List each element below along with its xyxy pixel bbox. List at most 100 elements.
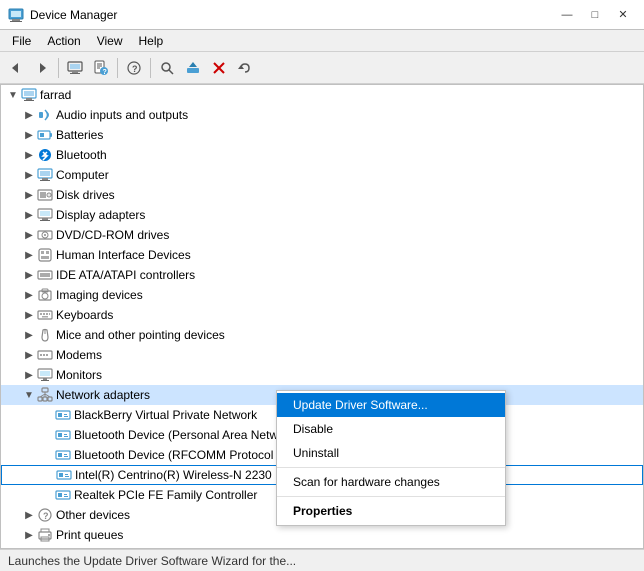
computer-arrow: ▶ xyxy=(21,167,37,183)
uninstall-label: Uninstall xyxy=(293,446,339,460)
bt-rfcomm-arrow xyxy=(39,447,55,463)
bbvpn-arrow xyxy=(39,407,55,423)
computer-button[interactable] xyxy=(63,56,87,80)
tree-item-disk[interactable]: ▶ Disk drives xyxy=(1,185,643,205)
imaging-label: Imaging devices xyxy=(56,288,143,302)
tree-item-imaging[interactable]: ▶ Imaging devices xyxy=(1,285,643,305)
help-button[interactable]: ? xyxy=(122,56,146,80)
context-menu-separator xyxy=(277,467,505,468)
tree-item-bluetooth[interactable]: ▶ Bluetooth xyxy=(1,145,643,165)
menu-item-help[interactable]: Help xyxy=(131,32,172,50)
network-adapter-icon-1 xyxy=(55,407,71,423)
realtek-label: Realtek PCIe FE Family Controller xyxy=(74,488,257,502)
root-label: farrad xyxy=(40,88,71,102)
disable-label: Disable xyxy=(293,422,333,436)
menu-item-view[interactable]: View xyxy=(89,32,131,50)
realtek-arrow xyxy=(39,487,55,503)
toolbar-separator-1 xyxy=(58,58,59,78)
network-adapter-icon-2 xyxy=(55,427,71,443)
network-adapter-icon-4 xyxy=(56,467,72,483)
context-menu-disable[interactable]: Disable xyxy=(277,417,505,441)
menu-item-file[interactable]: File xyxy=(4,32,39,50)
rollback-button[interactable] xyxy=(233,56,257,80)
intel-wireless-arrow xyxy=(40,467,56,483)
dvd-icon xyxy=(37,227,53,243)
minimize-button[interactable]: — xyxy=(554,5,580,25)
bt-pan-arrow xyxy=(39,427,55,443)
status-bar: Launches the Update Driver Software Wiza… xyxy=(0,549,644,571)
tree-item-dvd[interactable]: ▶ DVD/CD-ROM drives xyxy=(1,225,643,245)
scan-label: Scan for hardware changes xyxy=(293,475,440,489)
batteries-arrow: ▶ xyxy=(21,127,37,143)
tree-item-keyboards[interactable]: ▶ Keyboards xyxy=(1,305,643,325)
update-driver-label: Update Driver Software... xyxy=(293,398,428,412)
other-icon: ? xyxy=(37,507,53,523)
tree-item-mice[interactable]: ▶ Mice and other pointing devices xyxy=(1,325,643,345)
title-bar-controls: — □ ✕ xyxy=(554,5,636,25)
keyboards-label: Keyboards xyxy=(56,308,113,322)
close-button[interactable]: ✕ xyxy=(610,5,636,25)
menu-bar: FileActionViewHelp xyxy=(0,30,644,52)
intel-wireless-label: Intel(R) Centrino(R) Wireless-N 2230 xyxy=(75,468,272,482)
imaging-arrow: ▶ xyxy=(21,287,37,303)
tree-item-display[interactable]: ▶ Display adapters xyxy=(1,205,643,225)
computer-label: Computer xyxy=(56,168,109,182)
menu-item-action[interactable]: Action xyxy=(39,32,88,50)
modems-label: Modems xyxy=(56,348,102,362)
forward-button[interactable] xyxy=(30,56,54,80)
scan-button[interactable] xyxy=(155,56,179,80)
bluetooth-icon xyxy=(37,147,53,163)
network-adapter-icon-5 xyxy=(55,487,71,503)
monitors-icon xyxy=(37,367,53,383)
tree-item-monitors[interactable]: ▶ Monitors xyxy=(1,365,643,385)
app-icon xyxy=(8,7,24,23)
print-label: Print queues xyxy=(56,528,123,542)
context-menu-update-driver[interactable]: Update Driver Software... xyxy=(277,393,505,417)
tree-item-batteries[interactable]: ▶ Batteries xyxy=(1,125,643,145)
uninstall-button[interactable] xyxy=(207,56,231,80)
print-icon xyxy=(37,527,53,543)
maximize-button[interactable]: □ xyxy=(582,5,608,25)
tree-root[interactable]: ▼ farrad xyxy=(1,85,643,105)
context-menu-separator-2 xyxy=(277,496,505,497)
computer-tree-icon xyxy=(21,87,37,103)
hid-arrow: ▶ xyxy=(21,247,37,263)
context-menu-uninstall[interactable]: Uninstall xyxy=(277,441,505,465)
other-label: Other devices xyxy=(56,508,130,522)
bt-rfcomm-label: Bluetooth Device (RFCOMM Protocol TDI) xyxy=(74,448,300,462)
network-adapter-icon-3 xyxy=(55,447,71,463)
tree-item-print[interactable]: ▶ Print queues xyxy=(1,525,643,545)
context-menu-properties[interactable]: Properties xyxy=(277,499,505,523)
tree-item-ide[interactable]: ▶ IDE ATA/ATAPI controllers xyxy=(1,265,643,285)
tree-item-processors[interactable]: ▶ Proces xyxy=(1,545,643,549)
display-label: Display adapters xyxy=(56,208,145,222)
tree-item-hid[interactable]: ▶ Human Interface Devices xyxy=(1,245,643,265)
batteries-label: Batteries xyxy=(56,128,103,142)
svg-text:?: ? xyxy=(103,69,107,76)
context-menu-scan[interactable]: Scan for hardware changes xyxy=(277,470,505,494)
back-button[interactable] xyxy=(4,56,28,80)
status-text: Launches the Update Driver Software Wiza… xyxy=(8,554,296,568)
audio-arrow: ▶ xyxy=(21,107,37,123)
properties-label: Properties xyxy=(293,504,352,518)
tree-item-computer[interactable]: ▶ Computer xyxy=(1,165,643,185)
disk-arrow: ▶ xyxy=(21,187,37,203)
title-bar: Device Manager — □ ✕ xyxy=(0,0,644,30)
keyboards-arrow: ▶ xyxy=(21,307,37,323)
svg-text:?: ? xyxy=(132,64,138,74)
update-driver-button[interactable] xyxy=(181,56,205,80)
update-icon xyxy=(185,60,201,76)
title-bar-left: Device Manager xyxy=(8,7,117,23)
computer-tree-icon2 xyxy=(37,167,53,183)
bbvpn-label: BlackBerry Virtual Private Network xyxy=(74,408,257,422)
monitors-label: Monitors xyxy=(56,368,102,382)
device-tree[interactable]: ▼ farrad ▶ Audio inputs a xyxy=(0,84,644,549)
svg-text:?: ? xyxy=(43,511,49,521)
help-icon: ? xyxy=(126,60,142,76)
tree-item-modems[interactable]: ▶ Modems xyxy=(1,345,643,365)
properties-button[interactable]: ? xyxy=(89,56,113,80)
tree-item-audio[interactable]: ▶ Audio inputs and outputs xyxy=(1,105,643,125)
batteries-icon xyxy=(37,127,53,143)
mice-label: Mice and other pointing devices xyxy=(56,328,225,342)
forward-icon xyxy=(34,60,50,76)
